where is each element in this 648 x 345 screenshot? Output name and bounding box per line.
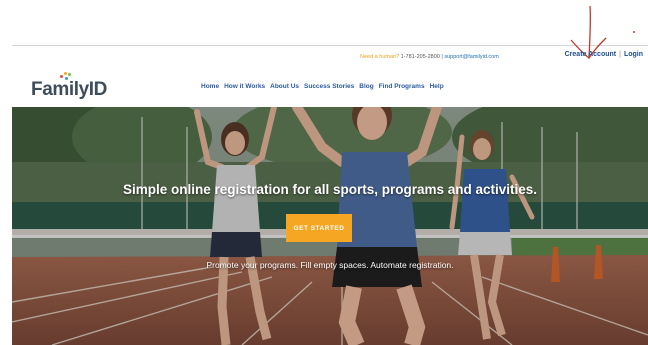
support-email-link[interactable]: support@familyid.com: [444, 54, 499, 60]
top-divider: [12, 45, 648, 46]
help-line: Need a human? 1-781-205-2800 | support@f…: [360, 53, 499, 61]
nav-help[interactable]: Help: [430, 83, 444, 90]
logo-text: FamilyID: [31, 79, 107, 100]
support-phone[interactable]: 1-781-205-2800: [401, 54, 440, 60]
hero-banner: Simple online registration for all sport…: [12, 107, 648, 345]
nav-home[interactable]: Home: [201, 83, 219, 90]
nav-about-us[interactable]: About Us: [270, 83, 299, 90]
nav-blog[interactable]: Blog: [359, 83, 373, 90]
nav-find-programs[interactable]: Find Programs: [379, 83, 425, 90]
create-account-link[interactable]: Create Account: [565, 51, 616, 58]
nav-how-it-works[interactable]: How it Works: [224, 83, 265, 90]
help-prefix: Need a human?: [360, 54, 400, 60]
familyid-logo[interactable]: FamilyID: [31, 70, 111, 100]
annotation-dot: [633, 31, 635, 33]
help-separator: |: [441, 54, 443, 60]
utility-bar: Need a human? 1-781-205-2800 | support@f…: [0, 51, 648, 65]
hero-headline: Simple online registration for all sport…: [122, 182, 538, 197]
login-link[interactable]: Login: [624, 51, 643, 58]
get-started-button[interactable]: GET STARTED: [286, 214, 352, 242]
hero-tagline: Promote your programs. Fill empty spaces…: [206, 260, 454, 270]
account-links: Create Account | Login: [565, 51, 643, 58]
main-nav: Home How it Works About Us Success Stori…: [201, 83, 444, 90]
nav-success-stories[interactable]: Success Stories: [304, 83, 354, 90]
account-separator: |: [619, 51, 621, 58]
